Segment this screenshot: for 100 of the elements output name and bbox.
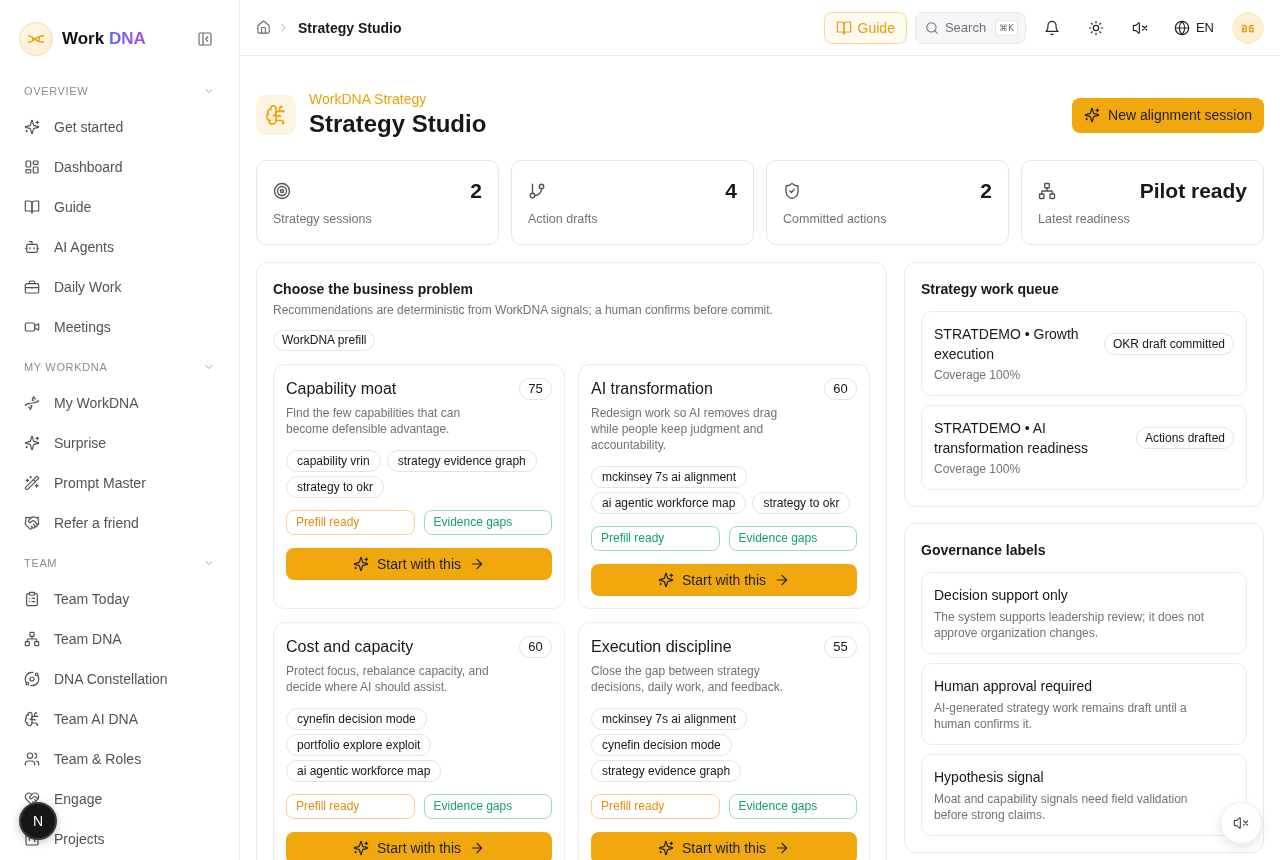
card-title: AI transformation: [591, 379, 713, 399]
video-camera-icon: [24, 319, 40, 335]
arrow-right-icon: [774, 572, 790, 588]
card-description: Redesign work so AI removes drag while people keep judgment and accountability.: [591, 405, 779, 453]
sidebar-item[interactable]: Team AI DNA: [16, 711, 223, 727]
collapse-sidebar-icon[interactable]: [197, 31, 213, 47]
status-tag: Prefill ready: [591, 794, 720, 819]
briefcase-icon: [24, 279, 40, 295]
sidebar-item[interactable]: Meetings: [16, 319, 223, 335]
card-title: Capability moat: [286, 379, 397, 399]
sparkles-icon: [658, 572, 674, 588]
stat-label: Action drafts: [528, 211, 599, 228]
card-description: Find the few capabilities that can become defensible advantage.: [286, 405, 462, 437]
shield-check-icon: [783, 182, 801, 200]
handshake-icon: [24, 515, 40, 531]
sidebar-item[interactable]: Prompt Master: [16, 475, 223, 491]
status-tag: Prefill ready: [591, 526, 720, 551]
section-header[interactable]: MY WORKDNA: [16, 351, 223, 383]
arrow-right-icon: [469, 556, 485, 572]
sidebar-item[interactable]: Refer a friend: [16, 515, 223, 531]
status-tag: Evidence gaps: [423, 510, 552, 535]
governance-title: Hypothesis signal: [934, 768, 1045, 787]
sparkles-icon: [658, 840, 674, 856]
stat-label: Latest readiness: [1038, 211, 1131, 228]
speaker-muted-icon[interactable]: [1131, 19, 1148, 36]
governance-title: Decision support only: [934, 586, 1069, 605]
orbit-icon: [24, 671, 40, 687]
start-button[interactable]: Start with this: [286, 548, 552, 580]
status-tag: Evidence gaps: [728, 794, 857, 819]
magic-wand-icon: [24, 475, 40, 491]
queue-item[interactable]: STRATDEMO • AI transformation readiness Coverage 100% Actions drafted: [921, 405, 1247, 490]
page-title: Strategy Studio: [309, 109, 487, 139]
sidebar-item[interactable]: DNA Constellation: [16, 671, 223, 687]
panel-description: Recommendations are deterministic from WorkDNA signals; a human confirms before commit.: [273, 302, 774, 319]
start-button[interactable]: Start with this: [286, 832, 552, 860]
card-description: Protect focus, rebalance capacity, and decide where AI should assist.: [286, 663, 490, 695]
sidebar-item[interactable]: AI Agents: [16, 239, 223, 255]
panel-title: Strategy work queue: [921, 280, 1060, 299]
sparkles-icon: [24, 119, 40, 135]
coverage-text: Coverage 100%: [934, 367, 1022, 383]
branch-icon: [528, 182, 546, 200]
stat-label: Strategy sessions: [273, 211, 373, 228]
robot-icon: [24, 239, 40, 255]
start-button[interactable]: Start with this: [591, 832, 857, 860]
book-icon: [835, 19, 852, 36]
sidebar-item[interactable]: Team DNA: [16, 631, 223, 647]
search-icon: [924, 20, 939, 35]
sidebar-item[interactable]: Get started: [16, 119, 223, 135]
sound-toggle-button[interactable]: [1220, 802, 1262, 844]
page-eyebrow: WorkDNA Strategy: [309, 90, 428, 108]
brand-name: Work DNA: [62, 28, 146, 50]
sparkles-icon: [24, 435, 40, 451]
sidebar-item[interactable]: Team & Roles: [16, 751, 223, 767]
sidebar-item[interactable]: Team Today: [16, 591, 223, 607]
coverage-text: Coverage 100%: [934, 461, 1022, 477]
hierarchy-icon: [1038, 182, 1056, 200]
status-tag: Evidence gaps: [728, 526, 857, 551]
governance-description: The system supports leadership review; it does not approve organization changes.: [934, 609, 1206, 641]
stat-label: Committed actions: [783, 211, 888, 228]
card-description: Close the gap between strategy decisions, daily work, and feedback.: [591, 663, 785, 695]
status-tag: Prefill ready: [286, 510, 415, 535]
target-icon: [273, 182, 291, 200]
brain-icon: [256, 95, 296, 135]
sidebar-item[interactable]: Daily Work: [16, 279, 223, 295]
brain-icon: [24, 711, 40, 727]
panel-title: Choose the business problem: [273, 280, 474, 299]
section-header[interactable]: OVERVIEW: [16, 75, 223, 107]
queue-item-title: STRATDEMO • Growth execution: [934, 325, 1080, 364]
new-session-button[interactable]: New alignment session: [1072, 97, 1264, 133]
panel-title: Governance labels: [921, 541, 1047, 560]
sidebar-item[interactable]: Guide: [16, 199, 223, 215]
language-button[interactable]: EN: [1165, 9, 1222, 46]
people-icon: [24, 751, 40, 767]
grid-icon: [24, 159, 40, 175]
governance-description: AI-generated strategy work remains draft until a human confirms it.: [934, 700, 1188, 732]
arrow-right-icon: [774, 840, 790, 856]
start-button[interactable]: Start with this: [591, 564, 857, 596]
arrow-right-icon: [469, 840, 485, 856]
card-title: Execution discipline: [591, 637, 732, 657]
governance-description: Moat and capability signals need field validation before strong claims.: [934, 791, 1189, 823]
stat-value: 2: [980, 179, 992, 203]
breadcrumb-current: Strategy Studio: [298, 19, 402, 36]
sun-icon[interactable]: [1087, 19, 1104, 36]
hierarchy-icon: [24, 631, 40, 647]
sidebar-item[interactable]: My WorkDNA: [16, 395, 223, 411]
globe-icon: [1173, 19, 1190, 36]
sparkles-icon: [353, 840, 369, 856]
sidebar-item[interactable]: Surprise: [16, 435, 223, 451]
home-icon[interactable]: [256, 20, 271, 35]
sparkles-icon: [1084, 107, 1101, 123]
bell-icon[interactable]: [1043, 19, 1060, 36]
dna-icon: [24, 395, 40, 411]
section-header[interactable]: TEAM: [16, 547, 223, 579]
card-title: Cost and capacity: [286, 637, 414, 657]
queue-item[interactable]: STRATDEMO • Growth execution Coverage 100% OKR draft committed: [921, 311, 1247, 396]
logo-icon: [19, 22, 53, 56]
sparkles-icon: [353, 556, 369, 572]
clipboard-icon: [24, 591, 40, 607]
stat-value: 2: [470, 179, 482, 203]
sidebar-item[interactable]: Dashboard: [16, 159, 223, 175]
